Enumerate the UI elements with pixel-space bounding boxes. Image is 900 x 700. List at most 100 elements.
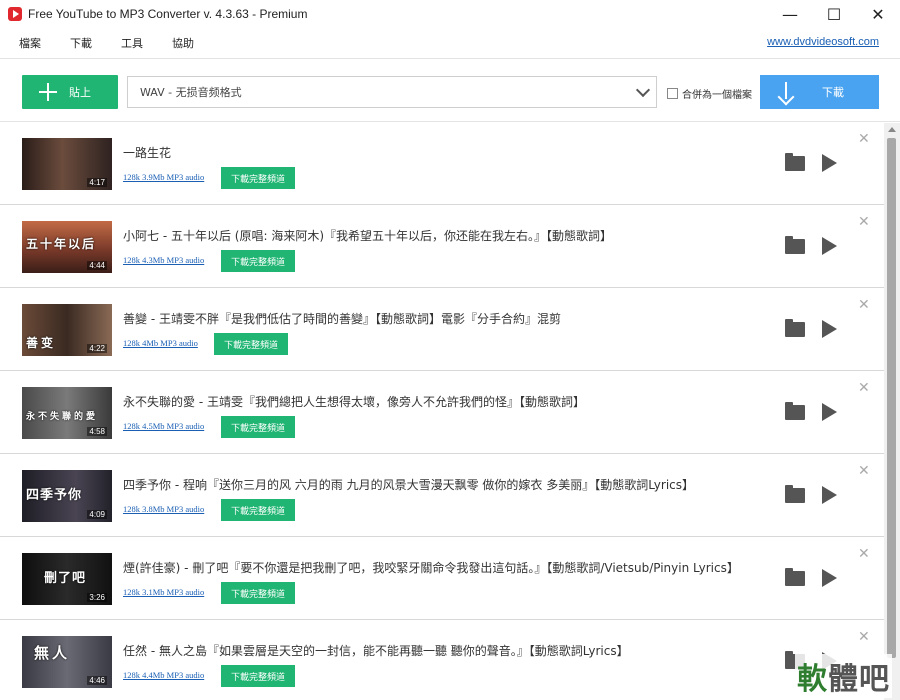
merge-label: 合併為一個檔案: [682, 90, 752, 101]
thumbnail-caption: 四季予你: [26, 488, 83, 503]
video-thumbnail: 善变 4:22: [22, 304, 112, 356]
chevron-down-icon: [635, 82, 651, 98]
merge-checkbox[interactable]: [667, 88, 678, 99]
close-icon[interactable]: ✕: [858, 546, 870, 562]
format-dropdown[interactable]: WAV - 无损音频格式: [127, 76, 657, 108]
watermark-logo: 軟體吧: [795, 654, 892, 698]
menu-tools[interactable]: 工具: [121, 35, 143, 51]
play-icon[interactable]: [822, 154, 837, 172]
menu-download[interactable]: 下載: [70, 35, 92, 51]
list-item[interactable]: 五十年以后 4:44 小阿七 - 五十年以后 (原唱: 海来阿木)『我希望五十年…: [0, 206, 884, 288]
list-item[interactable]: 四季予你 4:09 四季予你 - 程响『送你三月的风 六月的雨 九月的风景大雪漫…: [0, 455, 884, 537]
video-thumbnail: 五十年以后 4:44: [22, 221, 112, 273]
play-icon[interactable]: [822, 403, 837, 421]
video-thumbnail: 刪了吧 3:26: [22, 553, 112, 605]
video-title: 四季予你 - 程响『送你三月的风 六月的雨 九月的风景大雪漫天飘零 做你的嫁衣 …: [123, 478, 695, 492]
video-title: 小阿七 - 五十年以后 (原唱: 海来阿木)『我希望五十年以后，你还能在我左右。…: [123, 229, 612, 243]
audio-info-link[interactable]: 128k 4.3Mb MP3 audio: [123, 255, 204, 265]
minimize-button[interactable]: —: [768, 0, 812, 28]
folder-icon[interactable]: [785, 402, 805, 420]
duration-label: 4:22: [87, 344, 107, 353]
audio-info-link[interactable]: 128k 4Mb MP3 audio: [123, 338, 198, 348]
video-title: 永不失聯的愛 - 王靖雯『我們總把人生想得太壞，像旁人不允許我們的怪』【動態歌詞…: [123, 395, 585, 409]
video-title: 一路生花: [123, 146, 172, 160]
video-title: 煙(許佳豪) - 刪了吧『要不你還是把我刪了吧，我咬緊牙關命令我發出這句話。』【…: [123, 561, 739, 575]
vertical-scrollbar[interactable]: [884, 123, 900, 700]
download-button[interactable]: 下載: [760, 75, 879, 109]
list-item[interactable]: 永不失聯的愛 4:58 永不失聯的愛 - 王靖雯『我們總把人生想得太壞，像旁人不…: [0, 372, 884, 454]
thumbnail-caption: 刪了吧: [44, 571, 87, 586]
menu-help[interactable]: 協助: [172, 35, 194, 51]
video-thumbnail: 四季予你 4:09: [22, 470, 112, 522]
thumbnail-caption: 無人: [34, 644, 71, 662]
download-channel-button[interactable]: 下載完整頻道: [221, 416, 295, 438]
download-channel-button[interactable]: 下載完整頻道: [221, 250, 295, 272]
merge-option[interactable]: 合併為一個檔案: [667, 86, 752, 101]
watermark-char-3: 吧: [859, 662, 890, 697]
window-title: Free YouTube to MP3 Converter v. 4.3.63 …: [28, 7, 308, 21]
folder-icon[interactable]: [785, 485, 805, 503]
website-link[interactable]: www.dvdvideosoft.com: [767, 36, 879, 48]
folder-icon[interactable]: [785, 153, 805, 171]
duration-label: 3:26: [87, 593, 107, 602]
audio-info-link[interactable]: 128k 4.4Mb MP3 audio: [123, 670, 204, 680]
close-icon[interactable]: ✕: [858, 463, 870, 479]
audio-info-link[interactable]: 128k 3.1Mb MP3 audio: [123, 587, 204, 597]
format-value: WAV - 无损音频格式: [140, 86, 242, 99]
download-channel-button[interactable]: 下載完整頻道: [221, 499, 295, 521]
video-thumbnail: 無人 4:46: [22, 636, 112, 688]
download-channel-button[interactable]: 下載完整頻道: [214, 333, 288, 355]
audio-info-link[interactable]: 128k 4.5Mb MP3 audio: [123, 421, 204, 431]
list-item[interactable]: 刪了吧 3:26 煙(許佳豪) - 刪了吧『要不你還是把我刪了吧，我咬緊牙關命令…: [0, 538, 884, 620]
close-icon[interactable]: ✕: [858, 629, 870, 645]
thumbnail-caption: 五十年以后: [26, 237, 97, 251]
duration-label: 4:44: [87, 261, 107, 270]
scroll-thumb[interactable]: [887, 138, 896, 658]
play-icon[interactable]: [822, 486, 837, 504]
paste-label: 貼上: [69, 86, 91, 99]
download-label: 下載: [822, 86, 844, 99]
thumbnail-caption: 善变: [26, 336, 57, 350]
toolbar: 貼上 WAV - 无损音频格式 合併為一個檔案 下載: [0, 58, 900, 122]
audio-info-link[interactable]: 128k 3.8Mb MP3 audio: [123, 504, 204, 514]
video-thumbnail: 4:17: [22, 138, 112, 190]
close-icon[interactable]: ✕: [858, 131, 870, 147]
download-list: 4:17 一路生花 128k 3.9Mb MP3 audio 下載完整頻道 ✕ …: [0, 123, 884, 700]
play-icon[interactable]: [822, 237, 837, 255]
duration-label: 4:09: [87, 510, 107, 519]
download-channel-button[interactable]: 下載完整頻道: [221, 665, 295, 687]
close-icon[interactable]: ✕: [858, 297, 870, 313]
play-icon[interactable]: [822, 569, 837, 587]
download-channel-button[interactable]: 下載完整頻道: [221, 167, 295, 189]
play-icon[interactable]: [822, 320, 837, 338]
folder-icon[interactable]: [785, 319, 805, 337]
audio-info-link[interactable]: 128k 3.9Mb MP3 audio: [123, 172, 204, 182]
video-title: 任然 - 無人之島『如果雲層是天空的一封信，能不能再聽一聽 聽你的聲音。』【動態…: [123, 644, 629, 658]
close-window-button[interactable]: ✕: [856, 0, 900, 28]
window-controls: — ☐ ✕: [768, 0, 900, 28]
close-icon[interactable]: ✕: [858, 380, 870, 396]
plus-icon: [39, 83, 57, 101]
list-item[interactable]: 善变 4:22 善變 - 王靖雯不胖『是我們低估了時間的善變』【動態歌詞】電影『…: [0, 289, 884, 371]
duration-label: 4:17: [87, 178, 107, 187]
thumbnail-caption: 永不失聯的愛: [26, 412, 99, 422]
video-title: 善變 - 王靖雯不胖『是我們低估了時間的善變』【動態歌詞】電影『分手合約』混剪: [123, 312, 561, 326]
video-thumbnail: 永不失聯的愛 4:58: [22, 387, 112, 439]
download-channel-button[interactable]: 下載完整頻道: [221, 582, 295, 604]
duration-label: 4:46: [87, 676, 107, 685]
folder-icon[interactable]: [785, 236, 805, 254]
title-bar: Free YouTube to MP3 Converter v. 4.3.63 …: [0, 0, 900, 28]
scroll-up-arrow-icon[interactable]: [888, 127, 896, 132]
paste-button[interactable]: 貼上: [22, 75, 118, 109]
menu-bar: 檔案 下載 工具 協助 www.dvdvideosoft.com: [0, 30, 900, 56]
download-arrow-icon: [778, 82, 794, 102]
watermark-char-2: 體: [828, 662, 859, 697]
maximize-button[interactable]: ☐: [812, 0, 856, 28]
list-item[interactable]: 無人 4:46 任然 - 無人之島『如果雲層是天空的一封信，能不能再聽一聽 聽你…: [0, 621, 884, 700]
list-item[interactable]: 4:17 一路生花 128k 3.9Mb MP3 audio 下載完整頻道 ✕: [0, 123, 884, 205]
folder-icon[interactable]: [785, 568, 805, 586]
menu-file[interactable]: 檔案: [19, 35, 41, 51]
watermark-char-1: 軟: [797, 662, 828, 697]
close-icon[interactable]: ✕: [858, 214, 870, 230]
app-logo-icon: [8, 7, 22, 21]
